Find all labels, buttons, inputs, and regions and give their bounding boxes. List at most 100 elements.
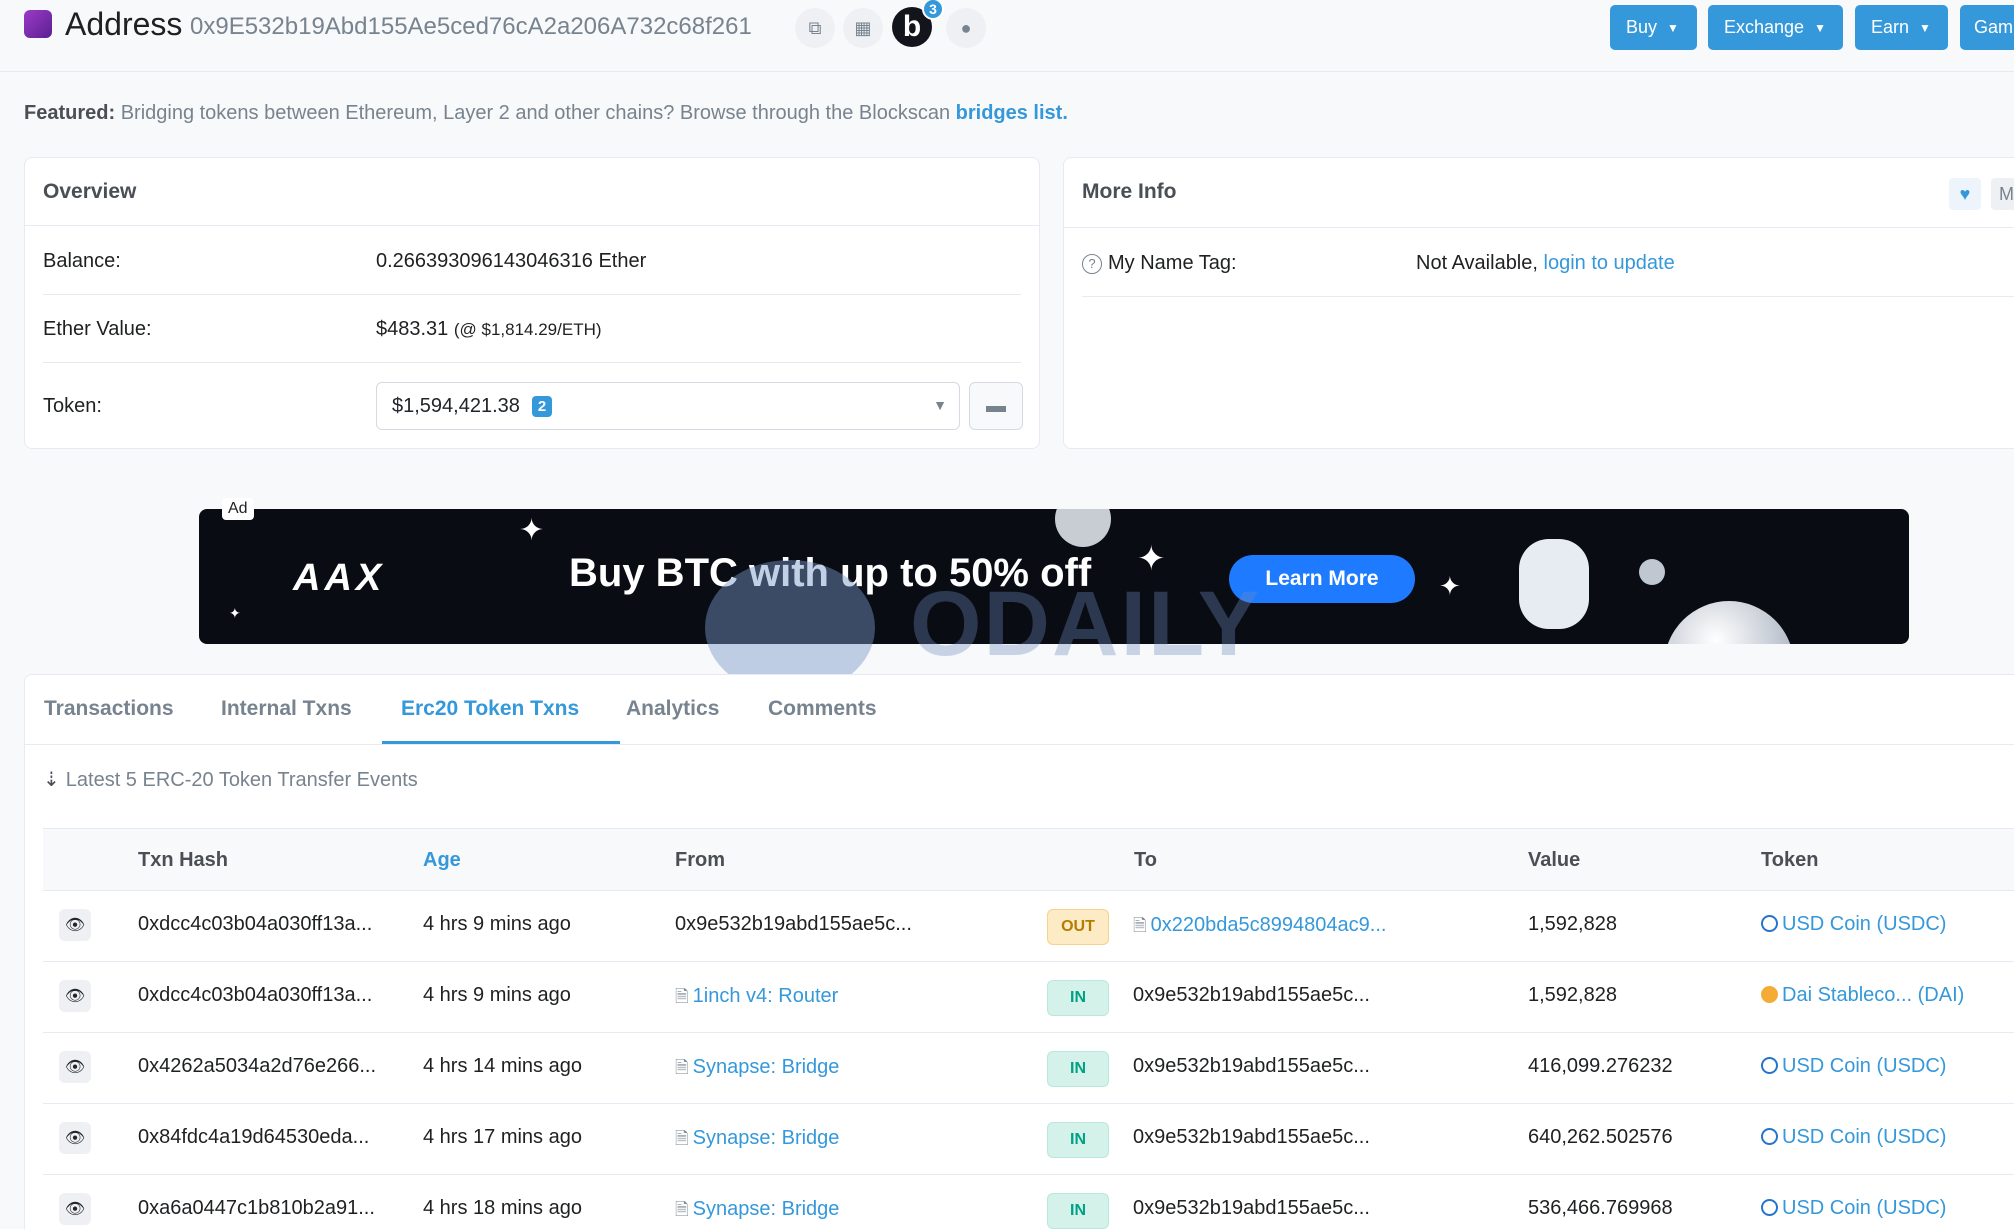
- blockscan-badge: 3: [922, 0, 944, 20]
- eye-icon[interactable]: 👁: [59, 909, 91, 941]
- txn-value: 536,466.769968: [1528, 1197, 1673, 1219]
- address-hash: 0x9E532b19Abd155Ae5ced76cA2a206A732c68f2…: [190, 13, 752, 40]
- ad-label: Ad: [222, 498, 254, 520]
- ad-brand-logo: AAX: [293, 557, 386, 599]
- exchange-button-label: Exchange: [1724, 17, 1805, 37]
- overview-card: Overview Balance: 0.266393096143046316 E…: [24, 157, 1040, 449]
- token-link[interactable]: USD Coin (USDC): [1782, 1055, 1946, 1077]
- eye-icon[interactable]: 👁: [59, 1122, 91, 1154]
- token-holdings-dropdown[interactable]: $1,594,421.38 2 ▼: [376, 382, 960, 430]
- more-info-title: More Info: [1082, 180, 1177, 203]
- direction-badge: IN: [1047, 980, 1109, 1016]
- contract-icon: 🗎: [675, 1058, 689, 1077]
- txn-age: 4 hrs 18 mins ago: [423, 1197, 582, 1219]
- game-button[interactable]: Gam: [1960, 5, 2014, 50]
- txn-value: 640,262.502576: [1528, 1126, 1673, 1148]
- txn-value: 1,592,828: [1528, 984, 1617, 1006]
- usdc-icon: [1761, 1128, 1778, 1145]
- eye-icon[interactable]: 👁: [59, 980, 91, 1012]
- heart-icon[interactable]: ♥: [1949, 178, 1981, 210]
- table-row: 👁 0x4262a5034a2d76e266... 4 hrs 14 mins …: [43, 1033, 2014, 1104]
- token-count-badge: 2: [531, 395, 553, 417]
- txn-hash-link[interactable]: 0xdcc4c03b04a030ff13a...: [138, 984, 372, 1007]
- txn-from-link[interactable]: 1inch v4: Router: [693, 985, 839, 1007]
- txn-from-link[interactable]: Synapse: Bridge: [693, 1056, 840, 1078]
- col-age[interactable]: Age: [423, 849, 461, 872]
- divider: [1082, 296, 2014, 297]
- featured-text: Bridging tokens between Ethereum, Layer …: [120, 102, 951, 124]
- tab-transactions[interactable]: Transactions: [44, 697, 174, 721]
- latest-events-text: Latest 5 ERC-20 Token Transfer Events: [65, 769, 418, 791]
- chat-icon[interactable]: ●: [946, 8, 986, 48]
- overview-header: Overview: [25, 158, 1039, 226]
- copy-icon[interactable]: ⧉: [795, 8, 835, 48]
- tab-analytics[interactable]: Analytics: [626, 697, 719, 721]
- col-to: To: [1134, 849, 1157, 871]
- txn-to: 0x9e532b19abd155ae5c...: [1133, 984, 1370, 1006]
- table-row: 👁 0xdcc4c03b04a030ff13a... 4 hrs 9 mins …: [43, 891, 2014, 962]
- sparkle-icon: ✦: [229, 605, 241, 621]
- overview-title: Overview: [43, 180, 137, 203]
- buy-button-label: Buy: [1626, 17, 1658, 37]
- tab-internal-txns[interactable]: Internal Txns: [221, 697, 352, 721]
- col-value: Value: [1528, 849, 1581, 871]
- ether-value-amount: $483.31: [376, 318, 449, 340]
- txn-from: 🗎 1inch v4: Router: [675, 984, 838, 1013]
- ether-price: (@ $1,814.29/ETH): [453, 320, 602, 339]
- sparkle-icon: ✦: [1439, 571, 1461, 601]
- wallet-icon[interactable]: ▬: [969, 382, 1023, 430]
- tab-erc20-token-txns[interactable]: Erc20 Token Txns: [401, 697, 579, 721]
- tab-comments[interactable]: Comments: [768, 697, 877, 721]
- txn-to: 0x9e532b19abd155ae5c...: [1133, 1126, 1370, 1148]
- txn-from-link[interactable]: Synapse: Bridge: [693, 1198, 840, 1220]
- name-tag-label-text: My Name Tag:: [1108, 252, 1237, 274]
- page-header: Address 0x9E532b19Abd155Ae5ced76cA2a206A…: [0, 0, 2014, 72]
- exchange-button[interactable]: Exchange ▼: [1708, 5, 1843, 50]
- divider: [43, 362, 1021, 363]
- txn-token: USD Coin (USDC): [1761, 913, 1946, 936]
- name-tag-status: Not Available,: [1416, 252, 1538, 274]
- chevron-down-icon: ▼: [933, 397, 947, 413]
- txn-to-link[interactable]: 0x220bda5c8994804ac9...: [1151, 914, 1387, 936]
- txn-hash-link[interactable]: 0x84fdc4a19d64530eda...: [138, 1126, 369, 1149]
- txn-hash-link[interactable]: 0xa6a0447c1b810b2a91...: [138, 1197, 375, 1220]
- divider: [25, 744, 2014, 745]
- contract-icon: 🗎: [675, 1129, 689, 1148]
- usdc-icon: [1761, 1199, 1778, 1216]
- table-row: 👁 0xa6a0447c1b810b2a91... 4 hrs 18 mins …: [43, 1175, 2014, 1229]
- eye-icon[interactable]: 👁: [59, 1193, 91, 1225]
- qr-code-icon[interactable]: ▦: [843, 8, 883, 48]
- token-link[interactable]: USD Coin (USDC): [1782, 913, 1946, 935]
- txn-hash-link[interactable]: 0xdcc4c03b04a030ff13a...: [138, 913, 372, 936]
- txn-hash-link[interactable]: 0x4262a5034a2d76e266...: [138, 1055, 376, 1078]
- chevron-down-icon: ▼: [1814, 20, 1826, 35]
- watermark-text: ODAILY: [910, 573, 1262, 675]
- moon-graphic: [1639, 559, 1665, 585]
- login-to-update-link[interactable]: login to update: [1544, 252, 1675, 274]
- usdc-icon: [1761, 1057, 1778, 1074]
- chevron-down-icon: ▼: [1667, 20, 1679, 35]
- token-link[interactable]: USD Coin (USDC): [1782, 1197, 1946, 1219]
- txn-from: 🗎 Synapse: Bridge: [675, 1197, 839, 1226]
- more-button[interactable]: Mo: [1991, 178, 2014, 210]
- help-icon: ?: [1082, 253, 1102, 274]
- chevron-down-icon: ▼: [1919, 20, 1931, 35]
- txn-token: USD Coin (USDC): [1761, 1126, 1946, 1149]
- token-link[interactable]: Dai Stableco... (DAI): [1782, 984, 1964, 1006]
- latest-events-caption: ⇣ Latest 5 ERC-20 Token Transfer Events: [43, 767, 418, 792]
- buy-button[interactable]: Buy ▼: [1610, 5, 1697, 50]
- eye-icon[interactable]: 👁: [59, 1051, 91, 1083]
- featured-label: Featured:: [24, 102, 116, 124]
- direction-badge: OUT: [1047, 909, 1109, 945]
- txn-value: 416,099.276232: [1528, 1055, 1673, 1077]
- bridges-list-link[interactable]: bridges list.: [956, 102, 1068, 124]
- txn-from: 🗎 Synapse: Bridge: [675, 1126, 839, 1155]
- usdc-icon: [1761, 915, 1778, 932]
- txn-age: 4 hrs 9 mins ago: [423, 913, 571, 935]
- txn-age: 4 hrs 14 mins ago: [423, 1055, 582, 1077]
- contract-icon: 🗎: [675, 987, 689, 1006]
- token-link[interactable]: USD Coin (USDC): [1782, 1126, 1946, 1148]
- transactions-panel: Transactions Internal Txns Erc20 Token T…: [24, 674, 2014, 1229]
- txn-from-link[interactable]: Synapse: Bridge: [693, 1127, 840, 1149]
- earn-button[interactable]: Earn ▼: [1855, 5, 1948, 50]
